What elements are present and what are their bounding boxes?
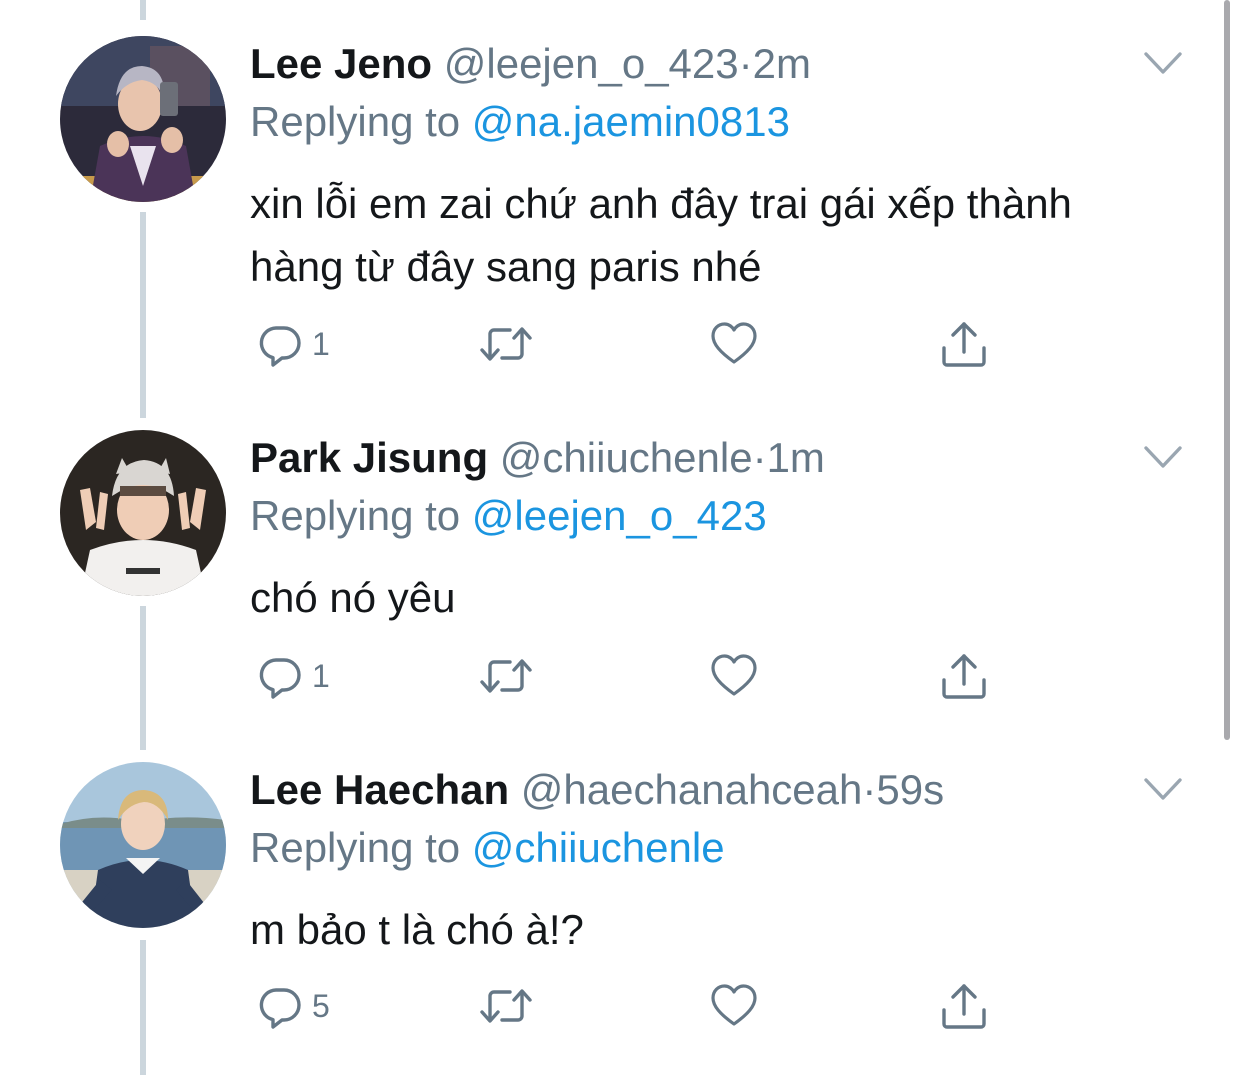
- avatar[interactable]: [60, 430, 226, 596]
- thread-line: [140, 0, 146, 20]
- separator-dot: ·: [862, 766, 877, 813]
- tweet-header: Park Jisung @chiiuchenle·1m: [250, 430, 825, 486]
- retweet-icon: [478, 320, 534, 368]
- heart-icon: [710, 982, 758, 1030]
- reply-count: 5: [312, 987, 330, 1024]
- share-icon: [940, 982, 988, 1030]
- like-button[interactable]: [710, 316, 758, 372]
- display-name[interactable]: Lee Jeno: [250, 40, 432, 87]
- avatar[interactable]: [60, 762, 226, 928]
- like-button[interactable]: [710, 648, 758, 704]
- reply-count: 1: [312, 657, 330, 694]
- chevron-down-icon[interactable]: [1140, 770, 1186, 810]
- retweet-button[interactable]: [478, 316, 534, 372]
- tweet[interactable]: Park Jisung @chiiuchenle·1m Replying to …: [0, 430, 1242, 720]
- separator-dot: ·: [752, 434, 767, 481]
- tweet[interactable]: Lee Haechan @haechanahceah·59s Replying …: [0, 762, 1242, 1052]
- share-button[interactable]: [940, 648, 988, 704]
- replying-to-line: Replying to @na.jaemin0813: [250, 94, 790, 150]
- heart-icon: [710, 320, 758, 368]
- like-button[interactable]: [710, 978, 758, 1034]
- reply-mention-link[interactable]: @chiiuchenle: [472, 824, 725, 871]
- chevron-down-icon[interactable]: [1140, 438, 1186, 478]
- tweet-text: xin lỗi em zai chứ anh đây trai gái xếp …: [250, 180, 1072, 290]
- reply-mention-link[interactable]: @na.jaemin0813: [472, 98, 790, 145]
- tweet-header: Lee Haechan @haechanahceah·59s: [250, 762, 944, 818]
- replying-to-label: Replying to: [250, 98, 461, 145]
- chevron-down-icon[interactable]: [1140, 44, 1186, 84]
- display-name[interactable]: Lee Haechan: [250, 766, 509, 813]
- share-button[interactable]: [940, 978, 988, 1034]
- timestamp[interactable]: 1m: [767, 434, 825, 481]
- separator-dot: ·: [738, 40, 753, 87]
- tweet-actions: 1: [250, 316, 1010, 372]
- tweet-actions: 5: [250, 978, 1010, 1034]
- replying-to-line: Replying to @chiiuchenle: [250, 820, 725, 876]
- reply-icon: [256, 652, 304, 700]
- reply-button[interactable]: 1: [256, 648, 330, 704]
- share-button[interactable]: [940, 316, 988, 372]
- user-handle[interactable]: @chiiuchenle: [500, 434, 753, 481]
- reply-button[interactable]: 1: [256, 316, 330, 372]
- reply-count: 1: [312, 325, 330, 362]
- avatar[interactable]: [60, 36, 226, 202]
- user-handle[interactable]: @haechanahceah: [521, 766, 863, 813]
- tweet-header: Lee Jeno @leejen_o_423·2m: [250, 36, 811, 92]
- retweet-icon: [478, 652, 534, 700]
- tweet[interactable]: Lee Jeno @leejen_o_423·2m Replying to @n…: [0, 36, 1242, 376]
- timestamp[interactable]: 59s: [876, 766, 944, 813]
- tweet-thread: Lee Jeno @leejen_o_423·2m Replying to @n…: [0, 0, 1242, 1075]
- reply-icon: [256, 982, 304, 1030]
- tweet-text: chó nó yêu: [250, 574, 456, 621]
- reply-icon: [256, 320, 304, 368]
- share-icon: [940, 320, 988, 368]
- display-name[interactable]: Park Jisung: [250, 434, 488, 481]
- tweet-text: m bảo t là chó à!?: [250, 906, 584, 953]
- reply-button[interactable]: 5: [256, 978, 330, 1034]
- share-icon: [940, 652, 988, 700]
- replying-to-line: Replying to @leejen_o_423: [250, 488, 767, 544]
- heart-icon: [710, 652, 758, 700]
- tweet-actions: 1: [250, 648, 1010, 704]
- retweet-button[interactable]: [478, 978, 534, 1034]
- replying-to-label: Replying to: [250, 492, 461, 539]
- replying-to-label: Replying to: [250, 824, 461, 871]
- user-handle[interactable]: @leejen_o_423: [444, 40, 739, 87]
- reply-mention-link[interactable]: @leejen_o_423: [472, 492, 767, 539]
- retweet-button[interactable]: [478, 648, 534, 704]
- retweet-icon: [478, 982, 534, 1030]
- timestamp[interactable]: 2m: [753, 40, 811, 87]
